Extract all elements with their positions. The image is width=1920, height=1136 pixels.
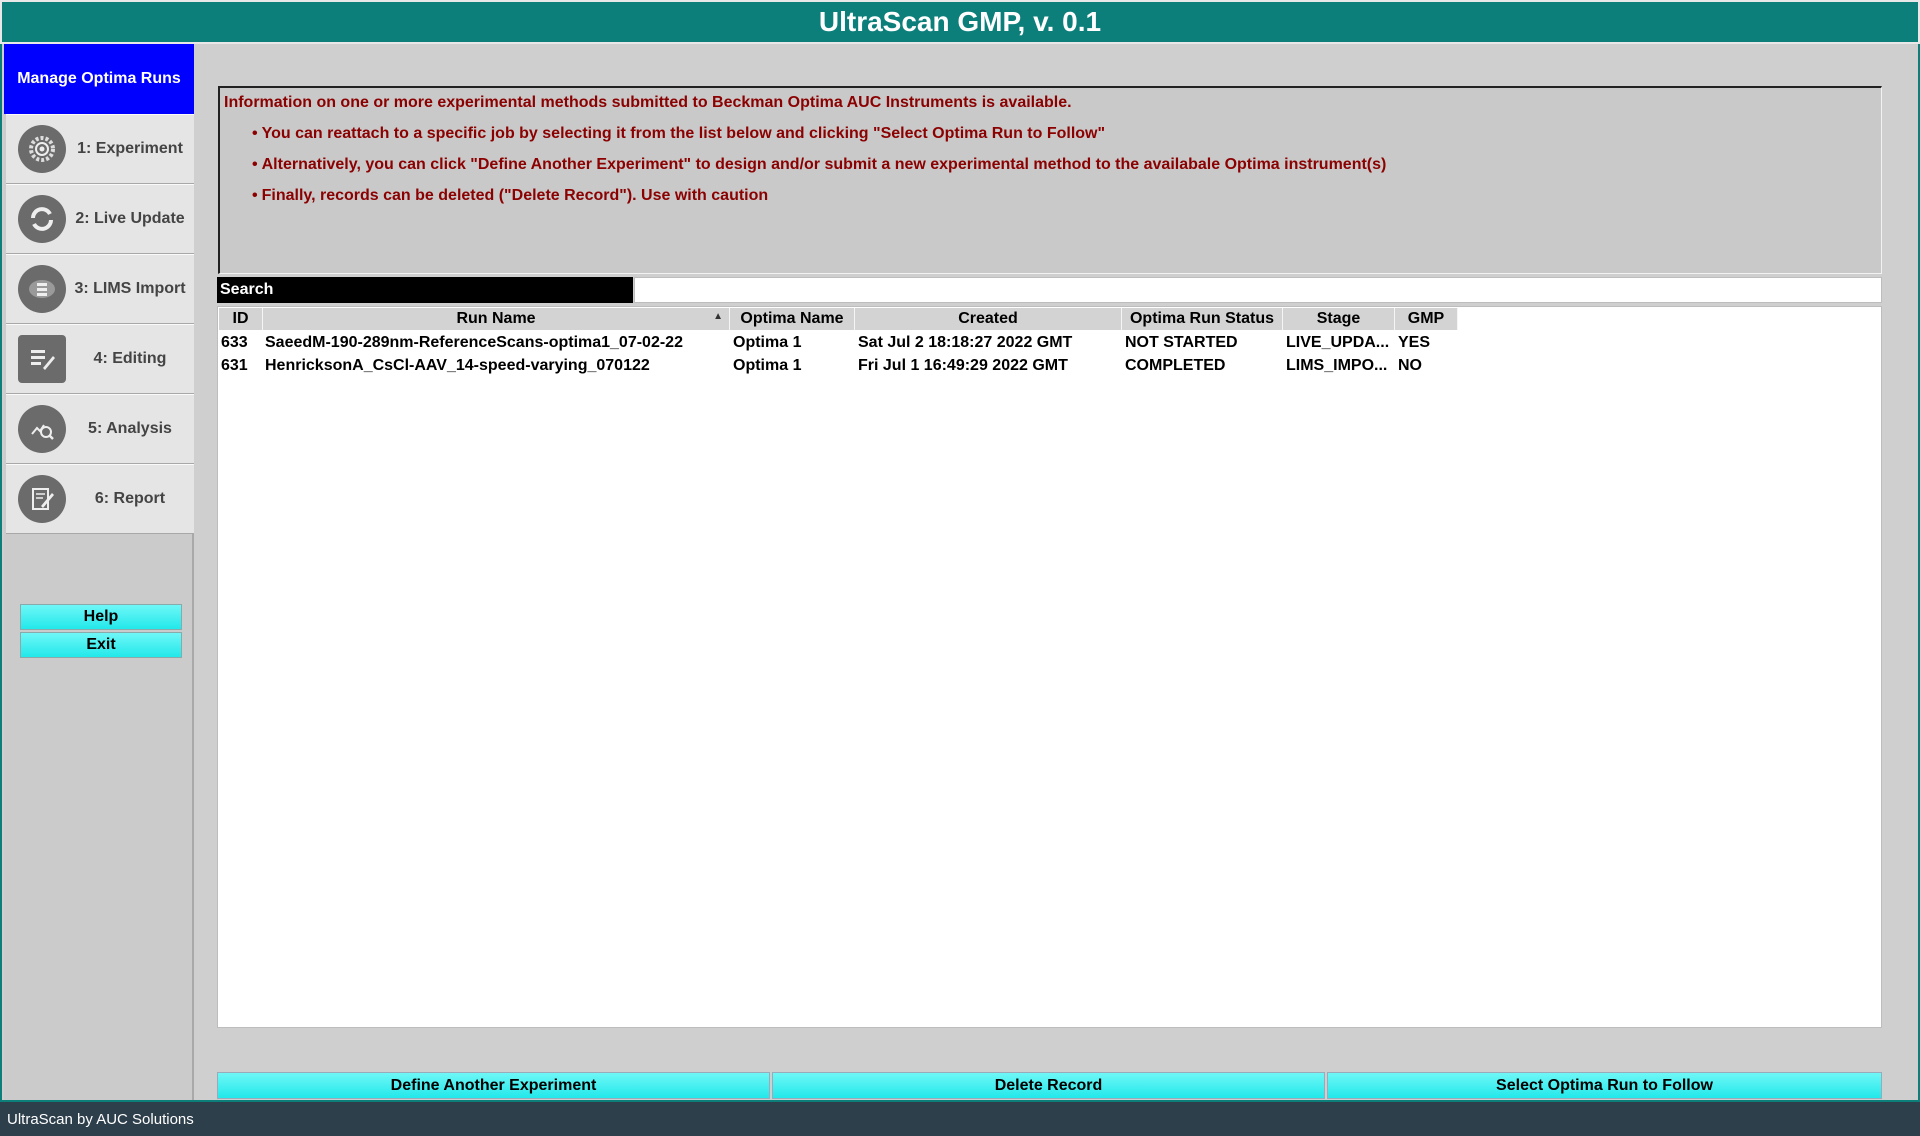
- select-optima-run-button[interactable]: Select Optima Run to Follow: [1327, 1072, 1882, 1099]
- info-bullet: Finally, records can be deleted ("Delete…: [252, 187, 769, 205]
- main-frame: Manage Optima Runs 1: Experiment 2: Live…: [0, 44, 1920, 1100]
- sidebar: Manage Optima Runs 1: Experiment 2: Live…: [4, 44, 194, 1100]
- cell-optima-name: Optima 1: [733, 357, 802, 374]
- cloud-database-icon: [18, 265, 66, 313]
- sidebar-item-label: 3: LIMS Import: [74, 280, 186, 297]
- cell-id: 631: [221, 357, 248, 374]
- cell-stage: LIVE_UPDA...: [1286, 334, 1390, 351]
- search-label: Search: [217, 277, 633, 303]
- gear-icon: [18, 125, 66, 173]
- column-header-run-name[interactable]: Run Name ▲: [263, 308, 730, 330]
- sidebar-item-lims-import[interactable]: 3: LIMS Import: [6, 254, 194, 324]
- sort-ascending-icon: ▲: [713, 311, 723, 322]
- table-row[interactable]: 633 SaeedM-190-289nm-ReferenceScans-opti…: [218, 331, 1430, 355]
- cell-optima-name: Optima 1: [733, 334, 802, 351]
- info-bullet: Alternatively, you can click "Define Ano…: [252, 156, 1387, 174]
- cell-id: 633: [221, 334, 248, 351]
- sidebar-item-analysis[interactable]: 5: Analysis: [6, 394, 194, 464]
- info-bullet: You can reattach to a specific job by se…: [252, 125, 1105, 143]
- sidebar-item-label: 4: Editing: [93, 350, 167, 367]
- chart-search-icon: [18, 405, 66, 453]
- cell-created: Fri Jul 1 16:49:29 2022 GMT: [858, 357, 1068, 374]
- cell-stage: LIMS_IMPO...: [1286, 357, 1388, 374]
- table-row[interactable]: 631 HenricksonA_CsCl-AAV_14-speed-varyin…: [218, 354, 1422, 378]
- edit-icon: [18, 335, 66, 383]
- sidebar-item-label: 1: Experiment: [77, 140, 183, 157]
- cell-run-name: HenricksonA_CsCl-AAV_14-speed-varying_07…: [265, 357, 650, 374]
- sidebar-item-editing[interactable]: 4: Editing: [6, 324, 194, 394]
- sidebar-item-label: 2: Live Update: [75, 210, 185, 227]
- refresh-icon: [18, 195, 66, 243]
- runs-table: ID Run Name ▲ Optima Name Created Optima…: [217, 306, 1882, 1028]
- column-header-id[interactable]: ID: [219, 308, 263, 330]
- window-title: UltraScan GMP, v. 0.1: [0, 0, 1920, 44]
- report-icon: [18, 475, 66, 523]
- column-header-label: Run Name: [456, 310, 536, 327]
- cell-gmp: YES: [1398, 334, 1431, 351]
- column-header-stage[interactable]: Stage: [1283, 308, 1395, 330]
- status-bar: UltraScan by AUC Solutions: [0, 1100, 1920, 1136]
- cell-run-name: SaeedM-190-289nm-ReferenceScans-optima1_…: [265, 334, 683, 351]
- column-header-gmp[interactable]: GMP: [1395, 308, 1458, 330]
- cell-status: COMPLETED: [1125, 357, 1226, 374]
- delete-record-button[interactable]: Delete Record: [772, 1072, 1325, 1099]
- sidebar-item-report[interactable]: 6: Report: [6, 464, 194, 534]
- help-button[interactable]: Help: [20, 604, 182, 630]
- column-header-optima-name[interactable]: Optima Name: [730, 308, 855, 330]
- cell-status: NOT STARTED: [1125, 334, 1238, 351]
- exit-button[interactable]: Exit: [20, 632, 182, 658]
- sidebar-item-experiment[interactable]: 1: Experiment: [6, 114, 194, 184]
- sidebar-item-label: 6: Report: [94, 490, 166, 507]
- sidebar-header[interactable]: Manage Optima Runs: [4, 44, 194, 114]
- info-panel: Information on one or more experimental …: [218, 86, 1882, 274]
- search-input[interactable]: [634, 277, 1882, 303]
- column-header-created[interactable]: Created: [855, 308, 1122, 330]
- info-heading: Information on one or more experimental …: [224, 94, 1072, 111]
- cell-gmp: NO: [1398, 357, 1422, 374]
- define-another-experiment-button[interactable]: Define Another Experiment: [217, 1072, 770, 1099]
- cell-created: Sat Jul 2 18:18:27 2022 GMT: [858, 334, 1073, 351]
- sidebar-item-label: 5: Analysis: [88, 420, 172, 437]
- column-header-status[interactable]: Optima Run Status: [1122, 308, 1283, 330]
- sidebar-item-live-update[interactable]: 2: Live Update: [6, 184, 194, 254]
